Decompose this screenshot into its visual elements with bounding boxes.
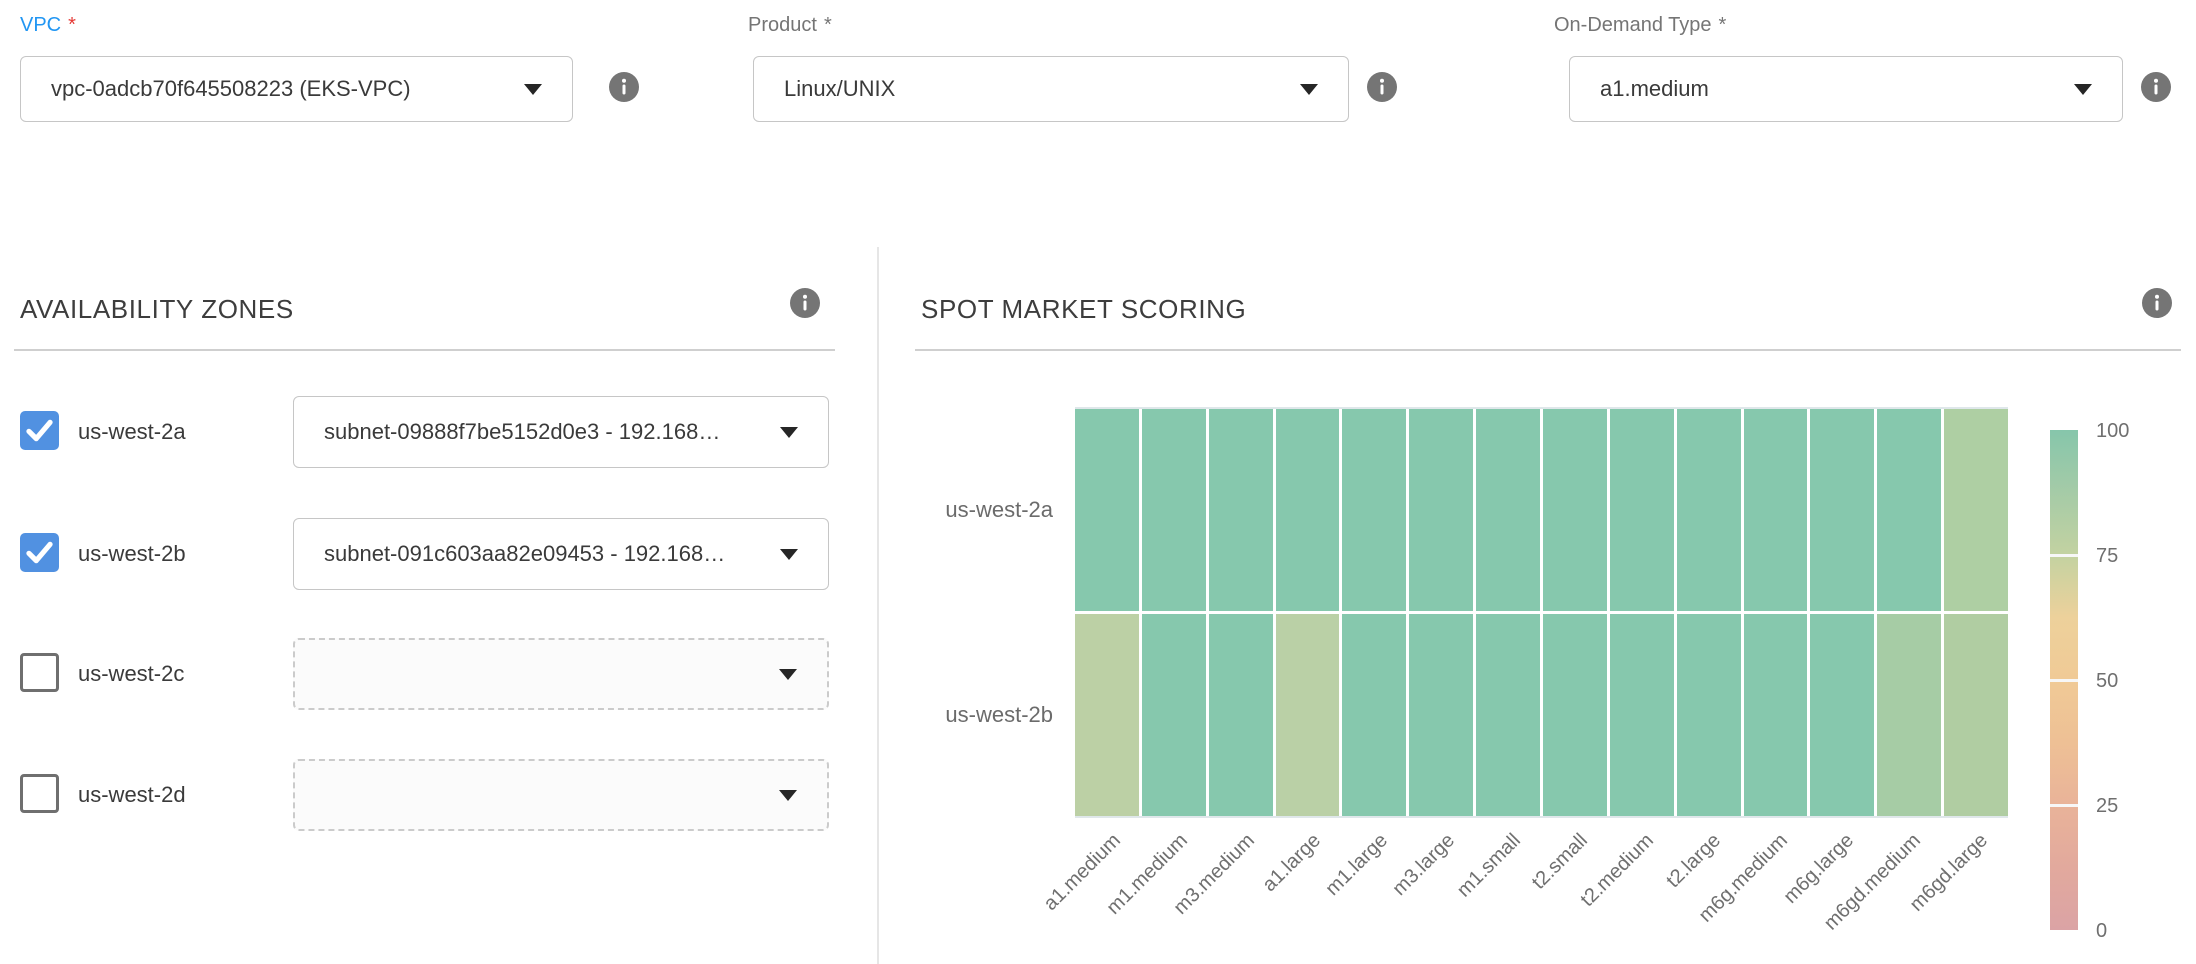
subnet-select-value: subnet-091c603aa82e09453 - 192.168… <box>324 541 725 567</box>
chevron-down-icon <box>779 669 797 680</box>
heatmap-cell-us-west-2a-m6gd.medium[interactable] <box>1877 409 1941 611</box>
heatmap-cell-us-west-2b-m1.large[interactable] <box>1342 614 1406 816</box>
chevron-down-icon <box>1300 84 1318 95</box>
heatmap-cell-us-west-2a-t2.medium[interactable] <box>1610 409 1674 611</box>
info-icon[interactable] <box>1367 72 1397 102</box>
heatmap-cell-us-west-2a-m1.small[interactable] <box>1476 409 1540 611</box>
zone-label: us-west-2c <box>78 638 184 710</box>
chevron-down-icon <box>779 790 797 801</box>
info-icon[interactable] <box>609 72 639 102</box>
availability-zone-row-us-west-2d: us-west-2d <box>0 759 860 831</box>
heatmap-cell-us-west-2a-m6g.medium[interactable] <box>1744 409 1808 611</box>
zone-checkbox-us-west-2c[interactable] <box>20 653 59 692</box>
zone-label: us-west-2b <box>78 518 186 590</box>
chevron-down-icon <box>524 84 542 95</box>
availability-zones-divider <box>14 349 835 351</box>
heatmap-cell-us-west-2a-m3.medium[interactable] <box>1209 409 1273 611</box>
spot-configuration-screen: VPC* vpc-0adcb70f645508223 (EKS-VPC) Pro… <box>0 0 2196 964</box>
vpc-select-value: vpc-0adcb70f645508223 (EKS-VPC) <box>51 76 411 102</box>
vpc-select[interactable]: vpc-0adcb70f645508223 (EKS-VPC) <box>20 56 573 122</box>
zone-label: us-west-2d <box>78 759 186 831</box>
heatmap-cell-us-west-2a-a1.medium[interactable] <box>1075 409 1139 611</box>
heatmap-cell-us-west-2a-m3.large[interactable] <box>1409 409 1473 611</box>
heatmap-cell-us-west-2a-a1.large[interactable] <box>1276 409 1340 611</box>
heatmap-cell-us-west-2b-m6g.large[interactable] <box>1810 614 1874 816</box>
heatmap-grid <box>1075 407 2008 818</box>
product-label: Product* <box>748 14 832 37</box>
zone-checkbox-us-west-2d[interactable] <box>20 774 59 813</box>
required-asterisk: * <box>1719 14 1727 36</box>
heatmap-cell-us-west-2a-t2.large[interactable] <box>1677 409 1741 611</box>
colorbar-tick-label: 25 <box>2096 793 2156 819</box>
product-select-value: Linux/UNIX <box>784 76 895 102</box>
heatmap-cell-us-west-2a-m6g.large[interactable] <box>1810 409 1874 611</box>
colorbar-tick-label: 0 <box>2096 918 2156 944</box>
chevron-down-icon <box>780 427 798 438</box>
subnet-select-value: subnet-09888f7be5152d0e3 - 192.168… <box>324 419 720 445</box>
required-asterisk: * <box>824 14 832 36</box>
on-demand-type-label: On-Demand Type* <box>1554 14 1726 37</box>
zone-label: us-west-2a <box>78 396 186 468</box>
heatmap-cell-us-west-2b-m6g.medium[interactable] <box>1744 614 1808 816</box>
zone-checkbox-us-west-2b[interactable] <box>20 533 59 572</box>
heatmap-cell-us-west-2b-t2.small[interactable] <box>1543 614 1607 816</box>
vpc-label: VPC* <box>20 14 76 37</box>
chevron-down-icon <box>780 549 798 560</box>
heatmap-cell-us-west-2b-m6gd.medium[interactable] <box>1877 614 1941 816</box>
colorbar-tick <box>2050 679 2078 682</box>
heatmap-cell-us-west-2b-m1.small[interactable] <box>1476 614 1540 816</box>
info-icon[interactable] <box>2141 72 2171 102</box>
heatmap-cell-us-west-2b-m3.large[interactable] <box>1409 614 1473 816</box>
spot-market-scoring-divider <box>915 349 2181 351</box>
colorbar-tick-label: 50 <box>2096 668 2156 694</box>
spot-market-scoring-title: SPOT MARKET SCORING <box>921 294 1246 325</box>
subnet-select-us-west-2a[interactable]: subnet-09888f7be5152d0e3 - 192.168… <box>293 396 829 468</box>
heatmap-cell-us-west-2b-t2.large[interactable] <box>1677 614 1741 816</box>
heatmap-cell-us-west-2b-m1.medium[interactable] <box>1142 614 1206 816</box>
colorbar-tick <box>2050 804 2078 807</box>
subnet-select-us-west-2b[interactable]: subnet-091c603aa82e09453 - 192.168… <box>293 518 829 590</box>
zone-checkbox-us-west-2a[interactable] <box>20 411 59 450</box>
availability-zones-title: AVAILABILITY ZONES <box>20 294 294 325</box>
heatmap-row-label: us-west-2a <box>853 497 1053 523</box>
availability-zone-row-us-west-2a: us-west-2a subnet-09888f7be5152d0e3 - 192… <box>0 396 860 468</box>
on-demand-type-select-value: a1.medium <box>1600 76 1709 102</box>
info-icon[interactable] <box>790 288 820 318</box>
colorbar-tick-label: 100 <box>2096 418 2156 444</box>
subnet-select-us-west-2c[interactable] <box>293 638 829 710</box>
availability-zone-row-us-west-2c: us-west-2c <box>0 638 860 710</box>
heatmap-cell-us-west-2b-m3.medium[interactable] <box>1209 614 1273 816</box>
colorbar-tick <box>2050 554 2078 557</box>
heatmap-cell-us-west-2b-m6gd.large[interactable] <box>1944 614 2008 816</box>
availability-zone-row-us-west-2b: us-west-2b subnet-091c603aa82e09453 - 192… <box>0 518 860 590</box>
product-select[interactable]: Linux/UNIX <box>753 56 1349 122</box>
heatmap-row-label: us-west-2b <box>853 702 1053 728</box>
heatmap-cell-us-west-2a-m1.medium[interactable] <box>1142 409 1206 611</box>
section-divider <box>877 247 879 964</box>
colorbar-tick-label: 75 <box>2096 543 2156 569</box>
heatmap-cell-us-west-2a-m1.large[interactable] <box>1342 409 1406 611</box>
heatmap-cell-us-west-2a-t2.small[interactable] <box>1543 409 1607 611</box>
on-demand-type-select[interactable]: a1.medium <box>1569 56 2123 122</box>
subnet-select-us-west-2d[interactable] <box>293 759 829 831</box>
heatmap-col-label: a1.medium <box>981 828 1127 964</box>
chevron-down-icon <box>2074 84 2092 95</box>
heatmap-cell-us-west-2b-a1.medium[interactable] <box>1075 614 1139 816</box>
heatmap-cell-us-west-2b-a1.large[interactable] <box>1276 614 1340 816</box>
colorbar <box>2050 430 2078 930</box>
required-asterisk: * <box>68 14 76 36</box>
heatmap-cell-us-west-2a-m6gd.large[interactable] <box>1944 409 2008 611</box>
info-icon[interactable] <box>2142 288 2172 318</box>
heatmap-cell-us-west-2b-t2.medium[interactable] <box>1610 614 1674 816</box>
